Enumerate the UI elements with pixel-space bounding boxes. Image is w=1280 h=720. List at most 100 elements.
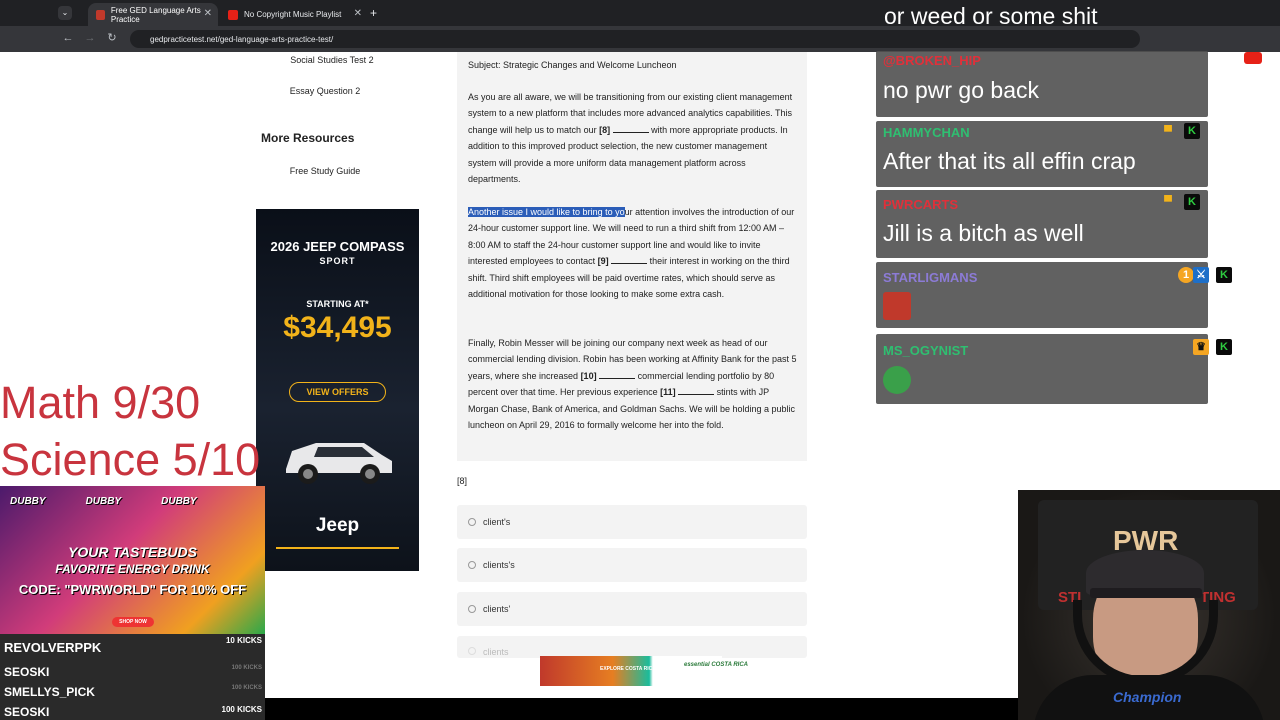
chat-message: @BROKEN_HIP no pwr go back xyxy=(876,51,1208,117)
dubby-cans: DUBBY DUBBY DUBBY xyxy=(10,496,197,507)
sword-badge-icon: ⚔ xyxy=(1193,267,1209,283)
donor-name: REVOLVERPPK xyxy=(4,640,102,655)
selected-text[interactable]: Another issue I would like to bring to y… xyxy=(468,207,625,217)
sidebar-link-social-studies-2[interactable]: Social Studies Test 2 xyxy=(262,55,402,65)
chat-text: After that its all effin crap xyxy=(883,148,1136,174)
answer-option[interactable]: client's xyxy=(457,505,807,539)
costa-ad-text: EXPLORE COSTA RICA xyxy=(600,666,656,672)
back-button[interactable]: ← xyxy=(61,31,75,45)
kick-badge-icon: K xyxy=(1184,194,1200,210)
forward-button[interactable]: → xyxy=(83,31,97,45)
kick-badge-icon: K xyxy=(1216,267,1232,283)
chat-text: no pwr go back xyxy=(883,77,1039,103)
chat-overlay: @BROKEN_HIP no pwr go back HAMMYCHAN Aft… xyxy=(876,0,1232,404)
sidebar-link-essay-2[interactable]: Essay Question 2 xyxy=(255,86,395,96)
donor-amount: 100 KICKS xyxy=(231,685,262,691)
radio-icon[interactable] xyxy=(468,647,476,655)
url-text: gedpracticetest.net/ged-language-arts-pr… xyxy=(150,34,334,44)
donor-name: SEOSKI xyxy=(4,665,50,679)
radio-icon[interactable] xyxy=(468,561,476,569)
passage-paragraph-1: As you are all aware, we will be transit… xyxy=(468,92,793,185)
donor-amount: 10 KICKS xyxy=(225,636,262,645)
dubby-shop-button: SHOP NOW xyxy=(112,617,154,627)
costa-ad-logo: essential COSTA RICA xyxy=(684,662,749,668)
ad-view-offers-button[interactable]: VIEW OFFERS xyxy=(289,382,386,402)
dubby-headline-2: FAVORITE ENERGY DRINK xyxy=(55,562,210,576)
emote-portrait-icon xyxy=(883,292,911,320)
cart-badge-icon: ▀ xyxy=(1164,196,1172,208)
dubby-promo-code: CODE: "PWRWORLD" FOR 10% OFF xyxy=(18,582,247,597)
tab-ged[interactable]: Free GED Language Arts Practice ✕ xyxy=(88,3,218,26)
youtube-icon[interactable] xyxy=(1244,52,1262,64)
kicks-leaderboard: REVOLVERPPK 10 KICKS SEOSKI 100 KICKS SM… xyxy=(0,634,265,720)
blank-marker-11: [11] xyxy=(660,387,676,398)
more-resources-heading: More Resources xyxy=(261,131,355,145)
donor-amount: 100 KICKS xyxy=(231,665,262,671)
tab-music-label: No Copyright Music Playlist xyxy=(244,10,342,19)
chat-username: MS_OGYNIST xyxy=(883,343,969,358)
close-tab-icon[interactable]: ✕ xyxy=(204,8,212,19)
new-tab-button[interactable]: + xyxy=(370,6,377,20)
headphones-icon xyxy=(1073,600,1218,685)
donor-name: SEOSKI xyxy=(4,705,50,719)
radio-icon[interactable] xyxy=(468,518,476,526)
tab-music[interactable]: No Copyright Music Playlist ✕ xyxy=(220,3,368,26)
passage-panel: Subject: Strategic Changes and Welcome L… xyxy=(457,52,807,461)
ad-title: 2026 JEEP COMPASS xyxy=(270,239,405,254)
chat-message: STARLIGMANS 1 ⚔ K xyxy=(876,262,1232,328)
donor-name: SMELLYS_PICK xyxy=(4,685,95,699)
blank-line xyxy=(599,370,636,379)
blank-line xyxy=(611,255,648,265)
ad-starting-label: STARTING AT* xyxy=(306,299,369,309)
score-overlay: Math 9/30 Science 5/10 xyxy=(0,374,260,488)
score-science: Science 5/10 xyxy=(0,434,261,485)
chat-username: @BROKEN_HIP xyxy=(883,53,981,68)
chat-username: HAMMYCHAN xyxy=(883,125,970,140)
tab-search-button[interactable]: ⌄ xyxy=(58,6,72,20)
chat-message: PWRCARTS Jill is a bitch as well ▀ K xyxy=(876,190,1208,258)
question-number: [8] xyxy=(457,476,468,486)
chat-message: MS_OGYNIST ♛ K xyxy=(876,334,1232,404)
kick-badge-icon: K xyxy=(1184,123,1200,139)
dubby-ad: DUBBY DUBBY DUBBY YOUR TASTEBUDS FAVORITE … xyxy=(0,486,265,634)
ad-divider xyxy=(276,547,399,549)
reload-button[interactable]: ↻ xyxy=(105,31,119,45)
answer-option[interactable]: clients's xyxy=(457,548,807,582)
sidebar-link-study-guide[interactable]: Free Study Guide xyxy=(255,166,395,176)
cart-badge-icon: ▀ xyxy=(1164,126,1172,138)
ad-subtitle: SPORT xyxy=(319,256,356,266)
passage-paragraph-3: Finally, Robin Messer will be joining ou… xyxy=(468,338,797,431)
jeep-ad[interactable]: 2026 JEEP COMPASS SPORT STARTING AT* $34… xyxy=(256,209,419,571)
shirt-logo: Champion xyxy=(1113,689,1182,705)
pepe-emote-icon xyxy=(883,366,911,394)
kick-badge-icon: K xyxy=(1216,339,1232,355)
jeep-logo: Jeep xyxy=(315,515,360,536)
blank-line xyxy=(678,386,715,396)
chat-text: Jill is a bitch as well xyxy=(883,220,1084,246)
score-math: Math 9/30 xyxy=(0,377,201,428)
blank-line xyxy=(612,124,649,133)
cap-brim xyxy=(1090,588,1202,598)
passage-paragraph-2: Another issue I would like to bring to y… xyxy=(468,207,795,300)
close-tab-icon[interactable]: ✕ xyxy=(354,8,362,19)
passage-subject: Subject: Strategic Changes and Welcome L… xyxy=(468,60,677,70)
gift-count-badge: 1 xyxy=(1178,267,1194,283)
crown-badge-icon: ♛ xyxy=(1193,339,1209,355)
answer-option[interactable]: clients xyxy=(457,636,807,658)
blank-marker-8: [8] xyxy=(599,124,611,135)
donor-amount: 100 KICKS xyxy=(221,705,262,714)
ged-favicon-icon xyxy=(96,9,105,20)
youtube-favicon-icon xyxy=(228,9,238,20)
tab-ged-label: Free GED Language Arts Practice xyxy=(110,5,201,24)
chat-username: PWRCARTS xyxy=(883,197,959,212)
dubby-headline-1: YOUR TASTEBUDS xyxy=(68,544,197,560)
chat-message: HAMMYCHAN After that its all effin crap … xyxy=(876,121,1208,187)
webcam-feed: PWR STI TING Champion xyxy=(1018,490,1280,720)
radio-icon[interactable] xyxy=(468,605,476,613)
ad-price: $34,495 xyxy=(283,311,392,344)
blank-marker-10: [10] xyxy=(580,370,597,381)
car-image-icon xyxy=(286,443,392,484)
bottom-strip xyxy=(265,698,1018,720)
answer-option[interactable]: clients' xyxy=(457,592,807,626)
blank-marker-9: [9] xyxy=(597,256,609,267)
